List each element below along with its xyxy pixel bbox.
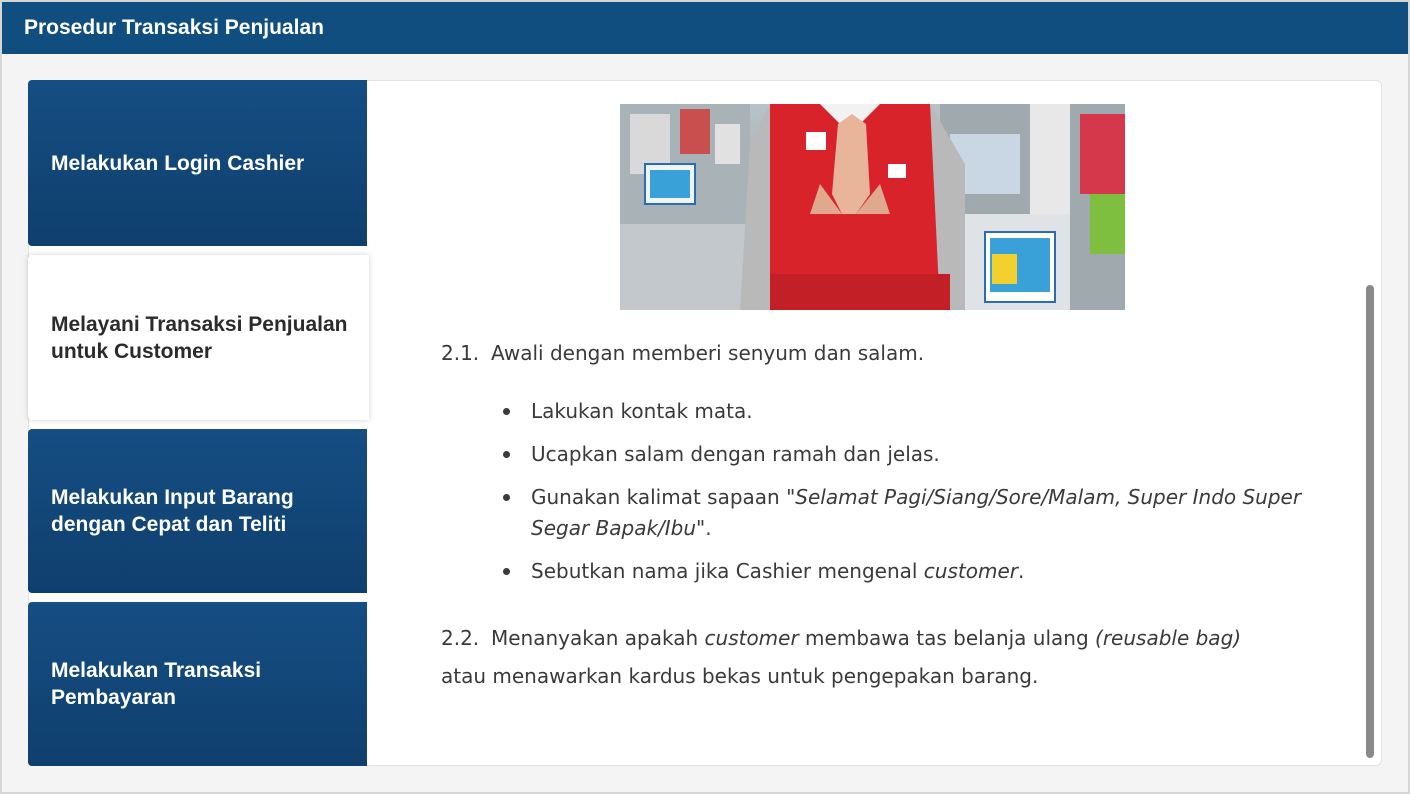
bullet-dot-icon (503, 408, 510, 415)
tab-label: Melayani Transaksi Penjualan untuk Custo… (51, 312, 348, 363)
list-item: Lakukan kontak mata. (501, 396, 1311, 427)
step-number: 2.1. (441, 341, 480, 365)
tab-login-cashier[interactable]: Melakukan Login Cashier (28, 80, 367, 246)
bullet-dot-icon (503, 568, 510, 575)
step-text: Awali dengan memberi senyum dan salam. (491, 341, 925, 365)
cashier-photo-illustration (620, 104, 1125, 310)
cashier-greeting-photo (620, 104, 1125, 310)
list-item: Ucapkan salam dengan ramah dan jelas. (501, 439, 1311, 470)
bullet-dot-icon (503, 451, 510, 458)
tab-transaksi-pembayaran[interactable]: Melakukan Transaksi Pembayaran (28, 602, 367, 766)
step-2-1: 2.1. Awali dengan memberi senyum dan sala… (441, 336, 924, 370)
list-item: Sebutkan nama jika Cashier mengenal cust… (501, 556, 1311, 587)
bullet-dot-icon (503, 494, 510, 501)
step-number: 2.2. (441, 626, 480, 650)
page-title: Prosedur Transaksi Penjualan (2, 2, 1408, 54)
tab-label: Melakukan Login Cashier (51, 151, 305, 175)
list-item: Gunakan kalimat sapaan "Selamat Pagi/Sia… (501, 482, 1311, 544)
tab-label: Melakukan Transaksi Pembayaran (51, 659, 262, 709)
tab-input-barang[interactable]: Melakukan Input Barang dengan Cepat dan … (28, 429, 367, 593)
tab-label: Melakukan Input Barang dengan Cepat dan … (51, 486, 294, 536)
tab-melayani-transaksi[interactable]: Melayani Transaksi Penjualan untuk Custo… (28, 255, 369, 420)
bullet-list: Lakukan kontak mata. Ucapkan salam denga… (501, 396, 1311, 599)
content-scrollbar[interactable] (1366, 285, 1374, 758)
step-2-2: 2.2. Menanyakan apakah customer membawa t… (441, 619, 1321, 695)
